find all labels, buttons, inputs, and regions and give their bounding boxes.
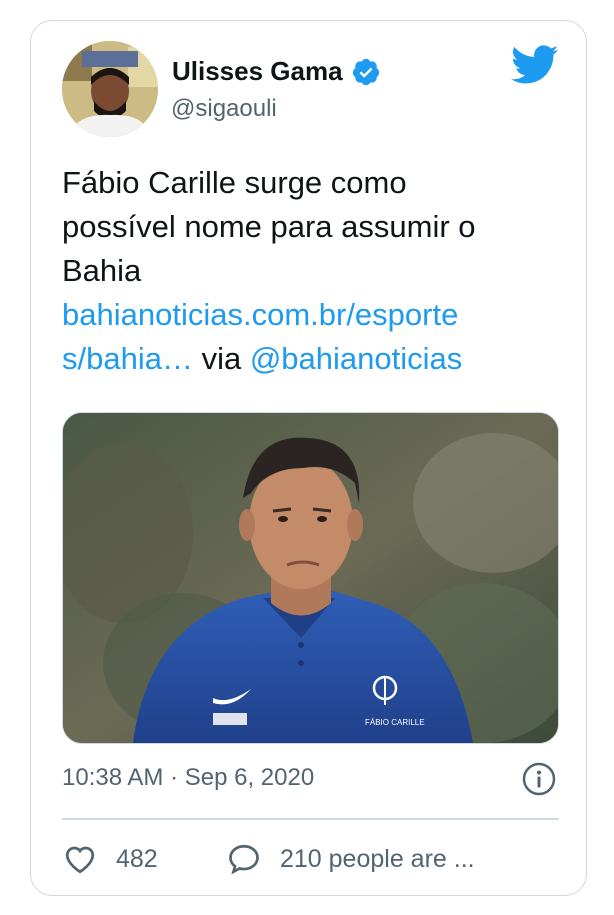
tweet-text: Fábio Carille surge como possível nome p… <box>62 161 562 381</box>
author-row: Ulisses Gama <box>172 56 381 87</box>
avatar[interactable] <box>62 41 158 137</box>
tweet-photo[interactable]: FÁBIO CARILLE <box>62 412 559 744</box>
tweet-timestamp[interactable]: 10:38 AM · Sep 6, 2020 <box>62 764 314 792</box>
shirt-text: FÁBIO CARILLE <box>365 718 425 727</box>
via-text: via <box>192 341 250 376</box>
article-link[interactable]: bahianoticias.com.br/esporte <box>62 297 458 332</box>
verified-badge-icon <box>352 58 379 85</box>
tweet-text-line: Fábio Carille surge como <box>62 165 407 200</box>
heart-icon <box>65 846 95 874</box>
reply-icon <box>229 844 259 875</box>
author-handle[interactable]: @sigaouli <box>171 95 277 123</box>
divider <box>62 818 559 820</box>
author-name[interactable]: Ulisses Gama <box>172 56 343 87</box>
twitter-bird-icon[interactable] <box>511 45 559 85</box>
reply-label: 210 people are ... <box>280 844 475 873</box>
like-count: 482 <box>116 844 158 873</box>
tweet-text-line: possível nome para assumir o <box>62 209 476 244</box>
info-icon[interactable] <box>522 762 556 796</box>
tweet-card: Ulisses Gama @sigaouli Fábio Carille sur… <box>30 20 587 896</box>
like-button[interactable]: 482 <box>62 841 158 877</box>
mention-link[interactable]: @bahianoticias <box>250 341 462 376</box>
reply-button[interactable]: 210 people are ... <box>226 841 475 877</box>
article-link-continued[interactable]: s/bahia… <box>62 341 193 376</box>
tweet-text-line: Bahia <box>62 253 142 288</box>
